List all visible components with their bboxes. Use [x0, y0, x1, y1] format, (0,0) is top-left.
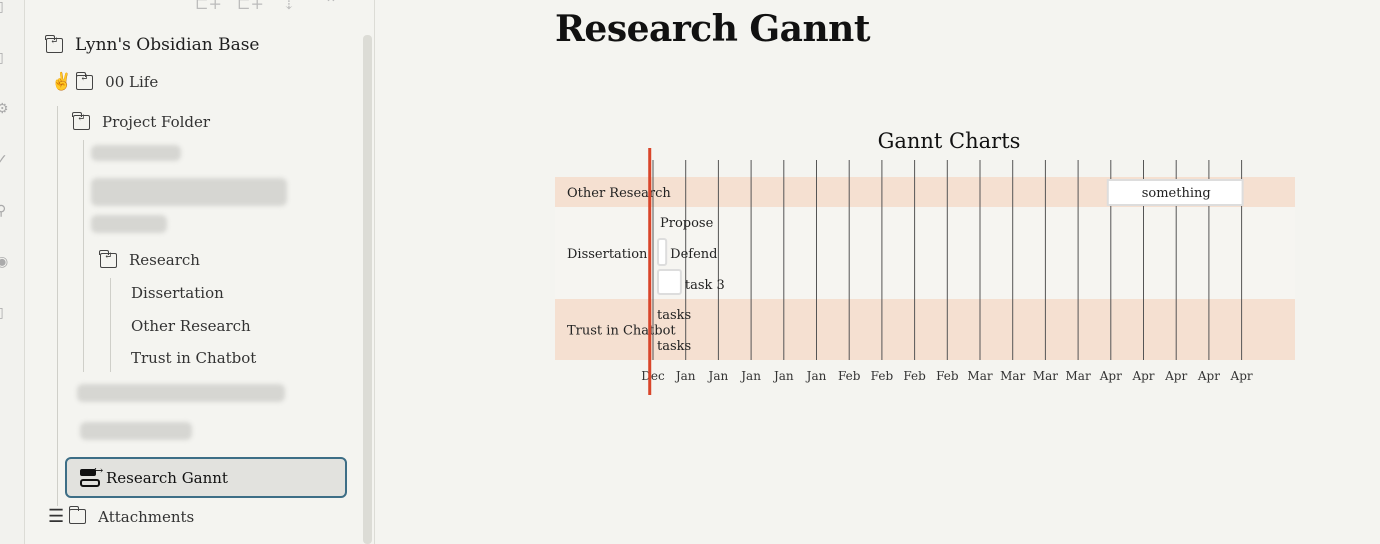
- gantt-chart: Gannt Charts Dec Jan Jan Jan Jan Jan Feb Feb Feb…: [555, 129, 1295, 395]
- wordpress-icon[interactable]: ◉: [0, 255, 8, 269]
- new-folder-icon[interactable]: ⊏+: [237, 0, 264, 13]
- redacted-item: [80, 422, 192, 440]
- tree-item-label: Other Research: [131, 317, 251, 335]
- sort-icon[interactable]: ⇣: [279, 0, 299, 13]
- file-icon[interactable]: ▯: [0, 0, 8, 14]
- vault-name: Lynn's Obsidian Base: [75, 35, 260, 55]
- tree-file-dissertation[interactable]: Dissertation: [131, 284, 224, 302]
- folder-icon: [45, 34, 63, 53]
- task-bar: [657, 269, 682, 295]
- x-tick-label: Mar: [1000, 369, 1025, 383]
- indent-guide: [83, 140, 84, 372]
- tree-item-label: Attachments: [98, 507, 195, 526]
- folder-icon: [99, 249, 117, 268]
- tree-file-other-research[interactable]: Other Research: [131, 317, 251, 335]
- peace-hand-icon: ✌: [51, 72, 73, 92]
- x-tick-label: Mar: [1066, 369, 1091, 383]
- task-label: Defend: [670, 247, 717, 262]
- layers-icon: ☰: [48, 506, 65, 527]
- x-tick-label: Feb: [838, 369, 861, 383]
- tree-item-label: Dissertation: [131, 284, 224, 302]
- section-label: Trust in Chatbot: [567, 324, 676, 339]
- tree-file-trust-in-chatbot[interactable]: Trust in Chatbot: [131, 349, 256, 367]
- x-tick-label: Mar: [967, 369, 992, 383]
- x-tick-label: Feb: [903, 369, 926, 383]
- tree-file-research-gannt[interactable]: ↪ Research Gannt: [65, 457, 347, 498]
- task-bar: [657, 238, 668, 266]
- task-label: task 3: [685, 278, 725, 293]
- x-tick-label: Jan: [674, 369, 696, 383]
- settings-icon[interactable]: ⚙: [0, 102, 9, 116]
- tree-item-label: 00 Life: [105, 73, 159, 91]
- folder-icon: [72, 111, 90, 130]
- tree-item-label: Research: [129, 251, 200, 269]
- task-label: something: [1142, 186, 1211, 201]
- calendar-icon[interactable]: ▯: [0, 51, 8, 65]
- x-tick-label: Jan: [805, 369, 827, 383]
- sidebar-scrollbar[interactable]: [363, 35, 372, 544]
- section-label: Other Research: [567, 186, 671, 201]
- folder-icon: [75, 71, 94, 90]
- explorer-toolbar: ⊏+ ⊏+ ⇣ ⌃: [195, 0, 341, 13]
- x-tick-label: Apr: [1164, 369, 1187, 383]
- redacted-item: [91, 178, 287, 206]
- file-explorer: ⊏+ ⊏+ ⇣ ⌃ Lynn's Obsidian Base ✌ 00 Life Pr…: [25, 0, 375, 544]
- note-view: Research Gannt Gannt Charts Dec Jan Jan Jan…: [376, 0, 1380, 544]
- redacted-item: [91, 145, 181, 161]
- tree-item-label: Project Folder: [102, 113, 211, 131]
- folder-icon: [68, 506, 87, 524]
- icon-rail: ▯ ▯ ⚙ ✓ ⚲ ◉ ▯: [0, 0, 25, 544]
- collapse-all-icon[interactable]: ⌃: [321, 0, 341, 13]
- vault-root[interactable]: Lynn's Obsidian Base: [45, 34, 260, 55]
- x-tick-label: Jan: [707, 369, 729, 383]
- task-label: tasks: [657, 339, 691, 354]
- gantt-icon: ↪: [80, 464, 103, 488]
- x-tick-label: Feb: [936, 369, 959, 383]
- task-label: Propose: [660, 216, 714, 231]
- tree-folder-project-folder[interactable]: Project Folder: [72, 111, 211, 131]
- calendar-icon[interactable]: ▯: [0, 306, 8, 320]
- task-label: tasks: [657, 308, 691, 323]
- x-tick-label: Jan: [772, 369, 794, 383]
- tree-item-label: Research Gannt: [106, 468, 228, 487]
- indent-guide: [110, 278, 111, 372]
- x-tick-label: Mar: [1033, 369, 1058, 383]
- x-tick-label: Dec: [641, 369, 665, 383]
- x-tick-label: Jan: [739, 369, 761, 383]
- tree-folder-attachments[interactable]: ☰ Attachments: [48, 506, 194, 527]
- section-label: Dissertation: [567, 247, 648, 262]
- new-note-icon[interactable]: ⊏+: [195, 0, 222, 13]
- page-title: Research Gannt: [555, 8, 870, 50]
- x-tick-label: Feb: [871, 369, 894, 383]
- x-tick-label: Apr: [1099, 369, 1122, 383]
- tree-item-label: Trust in Chatbot: [131, 349, 257, 367]
- check-icon[interactable]: ✓: [0, 153, 8, 167]
- tree-folder-research[interactable]: Research: [99, 249, 200, 269]
- x-tick-label: Apr: [1131, 369, 1154, 383]
- redacted-item: [77, 384, 285, 402]
- tree-folder-00-life[interactable]: ✌ 00 Life: [51, 71, 159, 92]
- link-icon[interactable]: ⚲: [0, 204, 8, 218]
- chart-title: Gannt Charts: [878, 129, 1021, 153]
- indent-guide: [57, 106, 58, 506]
- x-tick-label: Apr: [1230, 369, 1253, 383]
- x-tick-label: Apr: [1197, 369, 1220, 383]
- redacted-item: [91, 215, 167, 233]
